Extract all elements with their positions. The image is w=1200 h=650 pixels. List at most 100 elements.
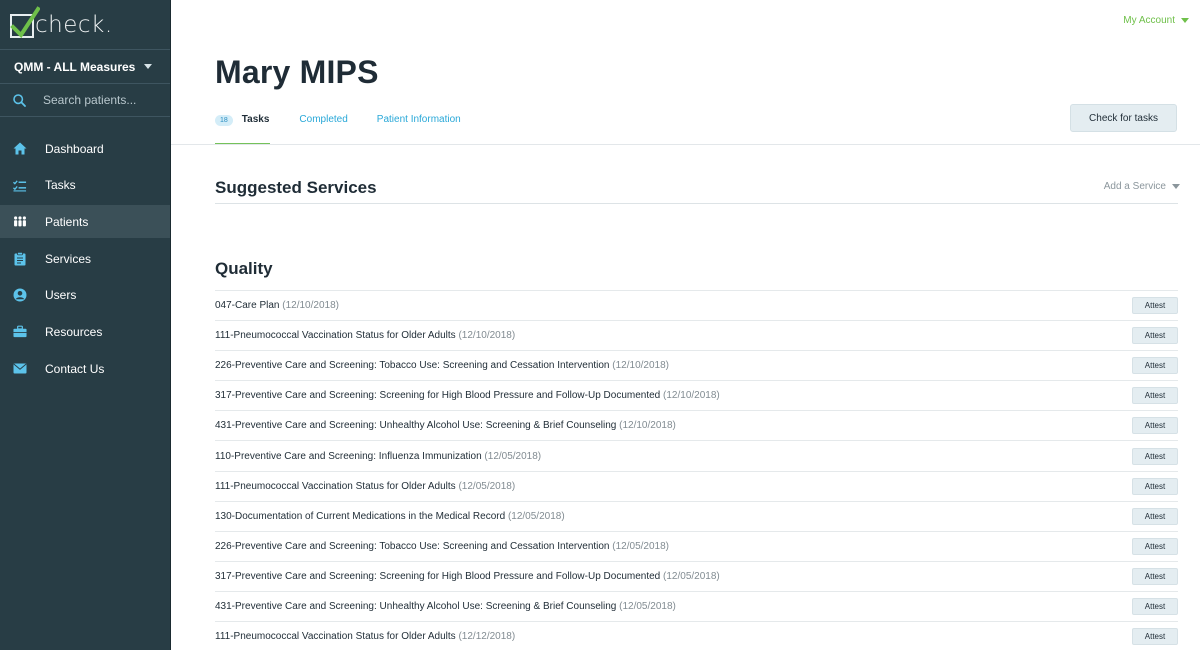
app-logo[interactable]: check.: [0, 0, 170, 50]
attest-button[interactable]: Attest: [1132, 477, 1178, 495]
task-count-badge: 18: [215, 115, 233, 126]
sidebar-item-label: Contact Us: [45, 361, 105, 376]
sidebar-item-services[interactable]: Services: [0, 242, 170, 275]
service-name: 317-Preventive Care and Screening: Scree…: [215, 390, 661, 402]
attest-button[interactable]: Attest: [1132, 357, 1178, 375]
sidebar-item-dashboard[interactable]: Dashboard: [0, 132, 170, 165]
add-service-dropdown[interactable]: Add a Service: [1104, 181, 1180, 192]
list-item: 226-Preventive Care and Screening: Tobac…: [215, 350, 1178, 380]
service-date: (12/05/2018): [619, 600, 676, 612]
tab-patient-information[interactable]: Patient Information: [377, 110, 461, 145]
attest-button[interactable]: Attest: [1132, 447, 1178, 465]
people-icon: [13, 215, 27, 229]
service-item-text: 317-Preventive Care and Screening: Scree…: [215, 571, 720, 582]
sidebar: check. QMM - ALL Measures Dashboard: [0, 0, 171, 650]
service-date: (12/10/2018): [458, 330, 516, 342]
attest-button[interactable]: Attest: [1132, 417, 1178, 435]
service-item-text: 047-Care Plan (12/10/2018): [215, 300, 339, 311]
service-name: 111-Pneumococcal Vaccination Status for …: [215, 631, 456, 643]
patient-tabs: 18 Tasks Completed Patient Information: [215, 110, 490, 145]
tab-label: Completed: [299, 114, 348, 125]
service-date: (12/05/2018): [484, 450, 542, 462]
briefcase-icon: [13, 325, 27, 339]
sidebar-item-label: Dashboard: [45, 141, 104, 156]
search-icon: [13, 93, 26, 107]
attest-button[interactable]: Attest: [1132, 327, 1178, 345]
list-item: 111-Pneumococcal Vaccination Status for …: [215, 470, 1178, 501]
service-name: 111-Pneumococcal Vaccination Status for …: [215, 330, 456, 342]
attest-button[interactable]: Attest: [1132, 387, 1178, 405]
quality-service-list: 047-Care Plan (12/10/2018) Attest 111-Pneu…: [215, 290, 1178, 650]
attest-button[interactable]: Attest: [1132, 297, 1178, 315]
sidebar-item-label: Patients: [45, 214, 89, 229]
tab-label: Tasks: [241, 114, 270, 125]
sidebar-item-users[interactable]: Users: [0, 279, 170, 312]
sidebar-item-label: Services: [45, 251, 92, 266]
sidebar-item-resources[interactable]: Resources: [0, 315, 170, 348]
service-date: (12/10/2018): [619, 420, 676, 432]
attest-button[interactable]: Attest: [1132, 597, 1178, 615]
attest-button[interactable]: Attest: [1132, 537, 1178, 555]
user-circle-icon: [13, 288, 27, 302]
envelope-icon: [13, 362, 27, 376]
service-name: 130-Documentation of Current Medications…: [215, 510, 506, 522]
add-service-label: Add a Service: [1103, 181, 1166, 192]
list-item: 130-Documentation of Current Medications…: [215, 500, 1178, 531]
list-item: 111-Pneumococcal Vaccination Status for …: [215, 320, 1178, 350]
list-item: 317-Preventive Care and Screening: Scree…: [215, 380, 1178, 410]
tab-label: Patient Information: [376, 114, 461, 125]
my-account-label: My Account: [1123, 15, 1175, 26]
my-account-menu[interactable]: My Account: [1123, 15, 1189, 26]
service-name: 111-Pneumococcal Vaccination Status for …: [215, 480, 456, 492]
list-item: 226-Preventive Care and Screening: Tobac…: [215, 530, 1178, 561]
checklist-icon: [13, 178, 27, 192]
chevron-down-icon: [1172, 184, 1180, 189]
patient-search: [0, 84, 170, 117]
list-item: 047-Care Plan (12/10/2018) Attest: [215, 290, 1178, 320]
service-name: 047-Care Plan: [215, 300, 280, 312]
sidebar-item-label: Users: [45, 288, 77, 303]
service-item-text: 226-Preventive Care and Screening: Tobac…: [215, 541, 669, 552]
attest-button[interactable]: Attest: [1132, 567, 1178, 585]
check-for-tasks-button[interactable]: Check for tasks: [1070, 104, 1177, 132]
tabs-divider: [171, 144, 1200, 145]
attest-button[interactable]: Attest: [1132, 507, 1178, 525]
service-date: (12/10/2018): [282, 300, 339, 312]
service-date: (12/05/2018): [458, 480, 516, 492]
service-item-text: 110-Preventive Care and Screening: Influ…: [215, 451, 541, 462]
service-date: (12/10/2018): [663, 390, 720, 402]
service-item-text: 111-Pneumococcal Vaccination Status for …: [215, 330, 515, 341]
service-name: 317-Preventive Care and Screening: Scree…: [215, 570, 661, 582]
list-item: 431-Preventive Care and Screening: Unhea…: [215, 410, 1178, 440]
service-item-text: 317-Preventive Care and Screening: Scree…: [215, 390, 720, 401]
tab-completed[interactable]: Completed: [299, 110, 347, 145]
clipboard-icon: [13, 251, 27, 266]
service-item-text: 130-Documentation of Current Medications…: [215, 511, 565, 522]
measure-selector-label: QMM - ALL Measures: [14, 59, 136, 74]
service-name: 226-Preventive Care and Screening: Tobac…: [215, 360, 610, 372]
sidebar-item-contact-us[interactable]: Contact Us: [0, 352, 170, 385]
sidebar-nav: Dashboard Tasks Patients Services Users …: [0, 132, 170, 385]
service-item-text: 111-Pneumococcal Vaccination Status for …: [215, 481, 515, 492]
service-date: (12/12/2018): [458, 631, 516, 643]
measure-selector[interactable]: QMM - ALL Measures: [0, 50, 170, 84]
service-item-text: 431-Preventive Care and Screening: Unhea…: [215, 420, 676, 431]
service-name: 226-Preventive Care and Screening: Tobac…: [215, 540, 610, 552]
service-date: (12/10/2018): [612, 360, 669, 372]
quality-section-title: Quality: [215, 259, 273, 278]
logo-text: check.: [35, 12, 113, 38]
attest-button[interactable]: Attest: [1132, 628, 1178, 646]
search-input[interactable]: [43, 93, 153, 107]
chevron-down-icon: [144, 64, 152, 69]
chevron-down-icon: [1181, 18, 1189, 23]
suggested-services-title: Suggested Services: [215, 178, 377, 197]
list-item: 110-Preventive Care and Screening: Influ…: [215, 440, 1178, 470]
tab-tasks[interactable]: 18 Tasks: [215, 110, 271, 145]
main-content: My Account Mary MIPS 18 Tasks Completed …: [171, 0, 1200, 650]
checkmark-logo-icon: [10, 5, 40, 38]
service-date: (12/05/2018): [612, 540, 669, 552]
service-item-text: 226-Preventive Care and Screening: Tobac…: [215, 360, 669, 371]
sidebar-item-tasks[interactable]: Tasks: [0, 169, 170, 202]
sidebar-item-patients[interactable]: Patients: [0, 205, 170, 239]
list-item: 431-Preventive Care and Screening: Unhea…: [215, 590, 1178, 621]
